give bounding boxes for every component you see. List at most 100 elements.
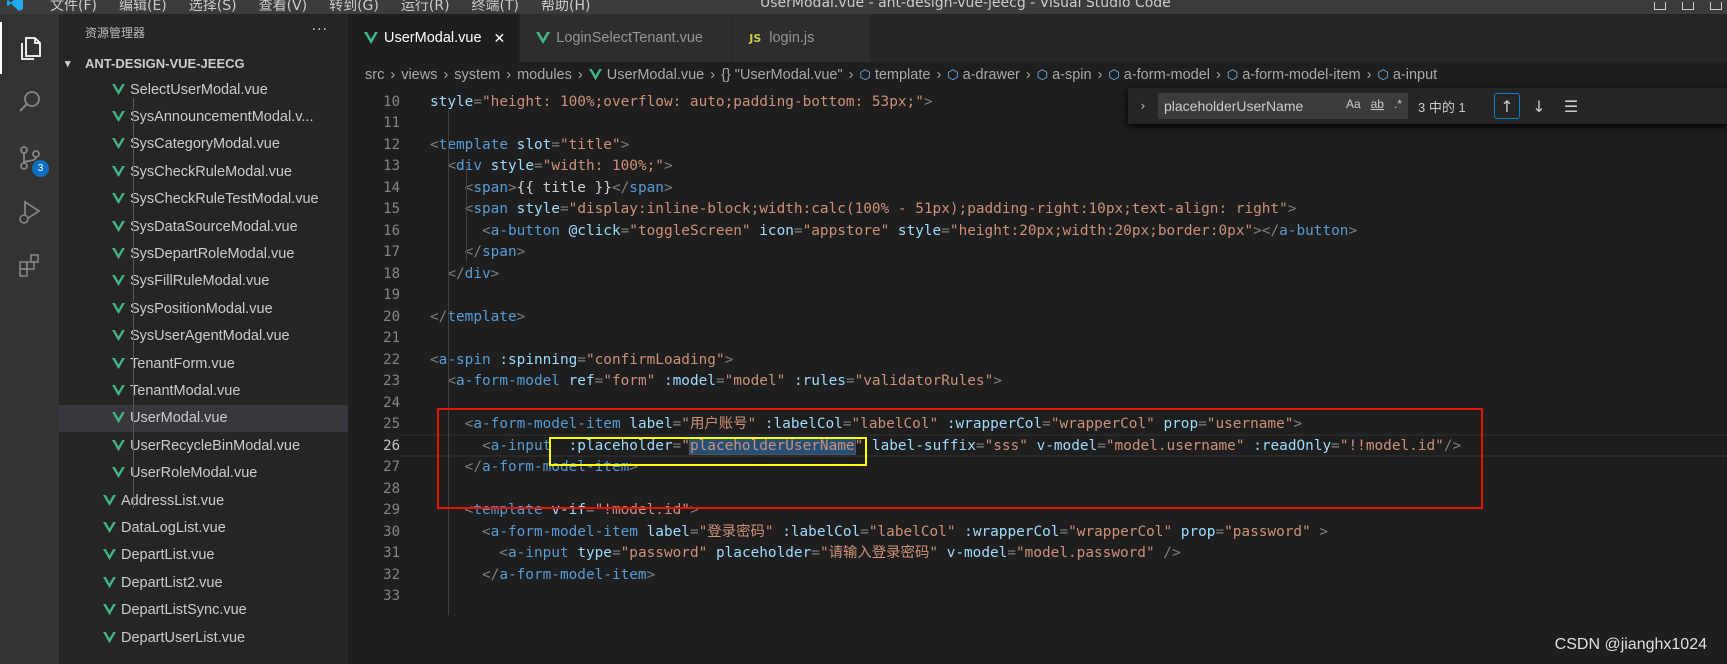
file-item[interactable]: SysDepartRoleModal.vue [59,240,348,267]
code-line: </template> [430,306,525,329]
toggle-secondary-sidebar-icon[interactable] [1705,0,1727,14]
code-token: </ [430,244,482,260]
toggle-sidebar-icon[interactable] [1649,0,1671,14]
file-item[interactable]: SysFillRuleModal.vue [59,268,348,295]
file-item[interactable]: SysUserAgentModal.vue [59,323,348,350]
code-token: slot [516,136,552,153]
vue-file-icon [112,83,125,95]
breadcrumb-item[interactable]: modules [517,67,572,83]
chevron-right-icon[interactable]: › [1134,99,1152,113]
code-token: v-model [946,545,1008,561]
arrow-up-icon[interactable]: ↑ [1494,93,1520,119]
menu-view[interactable]: 查看(V) [259,0,308,14]
code-token: :spinning [499,351,578,368]
line-number: 13 [383,158,400,174]
source-control-icon[interactable]: 3 [0,132,59,184]
code-token: :labelCol [782,523,861,540]
element-icon: ⬡ [1108,67,1120,82]
explorer-icon[interactable] [0,22,59,74]
file-item[interactable]: SysCheckRuleModal.vue [59,158,348,185]
match-case-toggle[interactable]: Aa [1346,97,1361,111]
file-item[interactable]: SysPositionModal.vue [59,295,348,322]
menu-run[interactable]: 运行(R) [401,0,450,14]
file-item[interactable]: UserRecycleBinModal.vue [59,432,348,459]
breadcrumb-item[interactable]: template [875,67,931,83]
code-line: <a-input type="password" placeholder="请输… [430,542,1180,565]
code-token: > [1287,201,1297,217]
code-token: "登录密码" [698,523,774,540]
menu-terminal[interactable]: 终端(T) [472,0,519,14]
arrow-down-icon[interactable]: ↓ [1526,93,1552,119]
menu-file[interactable]: 文件(F) [50,0,97,14]
code-token: < [430,351,439,368]
file-label: SysDataSourceModal.vue [130,218,298,235]
find-input[interactable]: placeholderUserName Aa ab .* [1158,93,1408,119]
breadcrumb-item[interactable]: {} "UserModal.vue" [721,67,843,83]
code-token: > [663,179,673,196]
file-item[interactable]: TenantModal.vue [59,377,348,404]
more-actions-icon[interactable]: ··· [312,22,328,38]
breadcrumb-item[interactable]: a-drawer [963,67,1020,83]
line-number: 20 [383,308,400,325]
code-token: "display:inline-block;width:calc(100% - … [568,201,1288,217]
file-item[interactable]: SysCategoryModal.vue [59,131,348,158]
file-item[interactable]: AddressList.vue [59,487,348,514]
file-item[interactable]: DepartListSync.vue [59,596,348,623]
file-item[interactable]: SelectUserModal.vue [59,76,348,103]
code-token: icon [759,222,794,239]
file-item[interactable]: SysAnnouncementModal.v... [59,103,348,130]
breadcrumb-item[interactable]: a-spin [1052,67,1092,83]
tab-loginjs[interactable]: JS login.js [733,14,872,62]
vue-file-icon [103,521,116,534]
breadcrumb-item[interactable]: a-input [1393,67,1437,83]
code-token: style [490,158,534,174]
file-item[interactable]: TenantForm.vue [59,350,348,377]
file-item[interactable]: DataLogList.vue [59,514,348,541]
tab-usermodal[interactable]: UserModal.vue ✕ [348,14,521,62]
menu-selection[interactable]: 选择(S) [189,0,237,14]
vue-file-icon [112,357,125,369]
regex-toggle[interactable]: .* [1394,97,1402,111]
find-in-selection-icon[interactable]: ☰ [1558,93,1584,119]
menu-edit[interactable]: 编辑(E) [119,0,167,14]
line-number: 10 [383,93,400,110]
menu-help[interactable]: 帮助(H) [541,0,590,14]
breadcrumb-item[interactable]: UserModal.vue [607,67,705,83]
match-count: 3 中的 1 [1418,99,1466,115]
chevron-right-icon: › [1025,67,1031,83]
find-widget: › placeholderUserName Aa ab .* 3 中的 1 ↑ … [1128,88,1727,124]
code-token: span [473,179,508,196]
vue-file-icon [112,467,125,479]
file-item[interactable]: DepartUserList.vue [59,624,348,651]
code-token: ></ [1253,222,1280,239]
code-token: label [646,523,690,540]
code-editor[interactable]: 10 11 12 13 14 15 16 17 18 19 20 21 22 23 24 25 26 27 28 29… [348,88,1727,664]
vue-file-icon [103,549,116,561]
file-item[interactable]: SysDataSourceModal.vue [59,213,348,240]
menu-go[interactable]: 转到(G) [329,0,379,14]
search-icon[interactable] [0,76,59,128]
file-item[interactable]: DepartList2.vue [59,569,348,596]
breadcrumb-item[interactable]: a-form-model [1124,67,1210,83]
close-tab-icon[interactable]: ✕ [494,30,506,47]
breadcrumb-item[interactable]: a-form-model-item [1242,67,1360,83]
breadcrumb-item[interactable]: views [401,67,437,83]
file-label: SysCheckRuleTestModal.vue [130,191,319,208]
project-section[interactable]: ▾ ANT-DESIGN-VUE-JEECG [59,50,348,76]
line-number: 11 [383,115,400,131]
run-debug-icon[interactable] [0,186,59,238]
file-item[interactable]: UserModal.vue [59,404,348,433]
match-word-toggle[interactable]: ab [1371,97,1384,111]
extensions-icon[interactable] [0,240,59,292]
watermark: CSDN @jianghx1024 [1554,636,1707,653]
line-number: 22 [383,351,400,368]
line-number: 32 [383,566,400,583]
file-label: DataLogList.vue [121,519,226,536]
tab-loginselecttenant[interactable]: LoginSelectTenant.vue [520,14,734,62]
breadcrumb-item[interactable]: src [365,67,384,83]
file-item[interactable]: DepartList.vue [59,542,348,569]
breadcrumb-item[interactable]: system [454,67,500,83]
file-item[interactable]: SysCheckRuleTestModal.vue [59,186,348,213]
toggle-panel-icon[interactable] [1677,0,1699,14]
file-item[interactable]: UserRoleModal.vue [59,459,348,486]
